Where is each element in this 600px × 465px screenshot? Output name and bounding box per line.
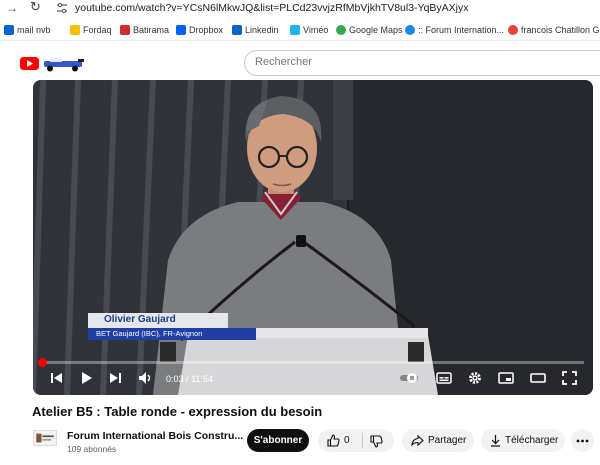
bookmark-item[interactable]: mail nvb	[4, 25, 51, 35]
bookmark-label: :: Forum Internation...	[418, 25, 505, 35]
bookmark-label: Google Maps	[349, 25, 403, 35]
more-actions-button[interactable]	[571, 429, 594, 452]
dropbox-icon	[176, 25, 186, 35]
play-icon[interactable]	[80, 371, 94, 385]
like-divider	[362, 433, 363, 448]
subscribe-button[interactable]: S'abonner	[247, 429, 309, 452]
subtitles-icon[interactable]	[436, 371, 452, 385]
previous-icon[interactable]	[50, 371, 64, 385]
reload-icon[interactable]: ↻	[30, 0, 41, 15]
bookmark-item[interactable]: :: Forum Internation...	[405, 25, 504, 35]
download-icon	[491, 435, 500, 447]
download-button[interactable]: Télécharger	[481, 429, 565, 452]
like-count: 0	[344, 435, 350, 446]
video-player[interactable]: Olivier Gaujard BET Gaujard (IBC), FR-Av…	[33, 80, 593, 395]
thumbs-up-icon[interactable]	[327, 434, 340, 447]
bookmark-label: Dropbox	[189, 25, 224, 35]
video-frame	[33, 80, 593, 395]
video-title: Atelier B5 : Table ronde - expression du…	[32, 404, 323, 419]
volume-icon[interactable]	[138, 371, 154, 385]
bookmark-label: francois Chatillon G...	[521, 25, 600, 35]
thumbs-down-icon[interactable]	[370, 435, 383, 448]
google-icon	[508, 25, 518, 35]
subscriber-count: 109 abonnés	[67, 444, 117, 454]
search-box[interactable]	[244, 50, 600, 76]
lightbulb-icon	[70, 25, 80, 35]
outlook-icon	[4, 25, 14, 35]
more-horizontal-icon	[576, 439, 589, 442]
bookmark-label: Fordaq	[83, 25, 112, 35]
theater-mode-icon[interactable]	[530, 371, 546, 385]
download-label: Télécharger	[505, 435, 559, 446]
bookmark-label: Batirama	[133, 25, 170, 35]
bookmark-item[interactable]: Google Maps	[336, 25, 403, 35]
back-icon[interactable]: →	[6, 1, 18, 15]
bookmark-item[interactable]: Fordaq	[70, 25, 112, 35]
address-bar: → ↻ youtube.com/watch?v=YCsN6lMkwJQ&list…	[0, 0, 600, 18]
share-button[interactable]: Partager	[402, 429, 474, 452]
channel-name[interactable]: Forum International Bois Constru...	[67, 430, 243, 442]
fullscreen-icon[interactable]	[562, 371, 577, 385]
linkedin-icon	[232, 25, 242, 35]
url-text[interactable]: youtube.com/watch?v=YCsN6lMkwJQ&list=PLC…	[75, 2, 469, 14]
autoplay-toggle-icon[interactable]	[399, 371, 419, 385]
channel-avatar[interactable]	[33, 430, 57, 446]
vimeo-icon	[290, 25, 300, 35]
bookmark-label: Viméo	[303, 25, 329, 35]
miniplayer-icon[interactable]	[498, 371, 514, 385]
lower-third-name: Olivier Gaujard	[88, 313, 228, 328]
map-pin-icon	[336, 25, 346, 35]
bookmark-item[interactable]: Dropbox	[176, 25, 223, 35]
next-icon[interactable]	[108, 371, 122, 385]
bookmark-item[interactable]: Viméo	[290, 25, 328, 35]
race-car-icon	[44, 58, 84, 72]
search-input[interactable]	[255, 56, 585, 68]
share-label: Partager	[428, 435, 467, 446]
bookmark-item[interactable]: Linkedin	[232, 25, 279, 35]
site-info-icon[interactable]	[56, 2, 68, 14]
time-display: 0:03 / 11:54	[166, 374, 213, 384]
globe-icon	[405, 25, 415, 35]
bookmark-item[interactable]: francois Chatillon G...	[508, 25, 600, 35]
bookmark-label: Linkedin	[245, 25, 279, 35]
youtube-logo[interactable]	[20, 55, 90, 73]
bookmark-item[interactable]: Batirama	[120, 25, 169, 35]
like-dislike-group: 0	[318, 429, 394, 452]
lower-third-role: BET Gaujard (IBC), FR-Avignon	[88, 328, 256, 340]
share-arrow-icon	[411, 435, 424, 446]
bookmark-label: mail nvb	[17, 25, 51, 35]
batirama-icon	[120, 25, 130, 35]
bookmarks-bar: mail nvb Fordaq Batirama Dropbox Linkedin Vim…	[0, 21, 600, 41]
progress-bar[interactable]	[38, 358, 584, 367]
settings-gear-icon[interactable]	[468, 371, 482, 385]
